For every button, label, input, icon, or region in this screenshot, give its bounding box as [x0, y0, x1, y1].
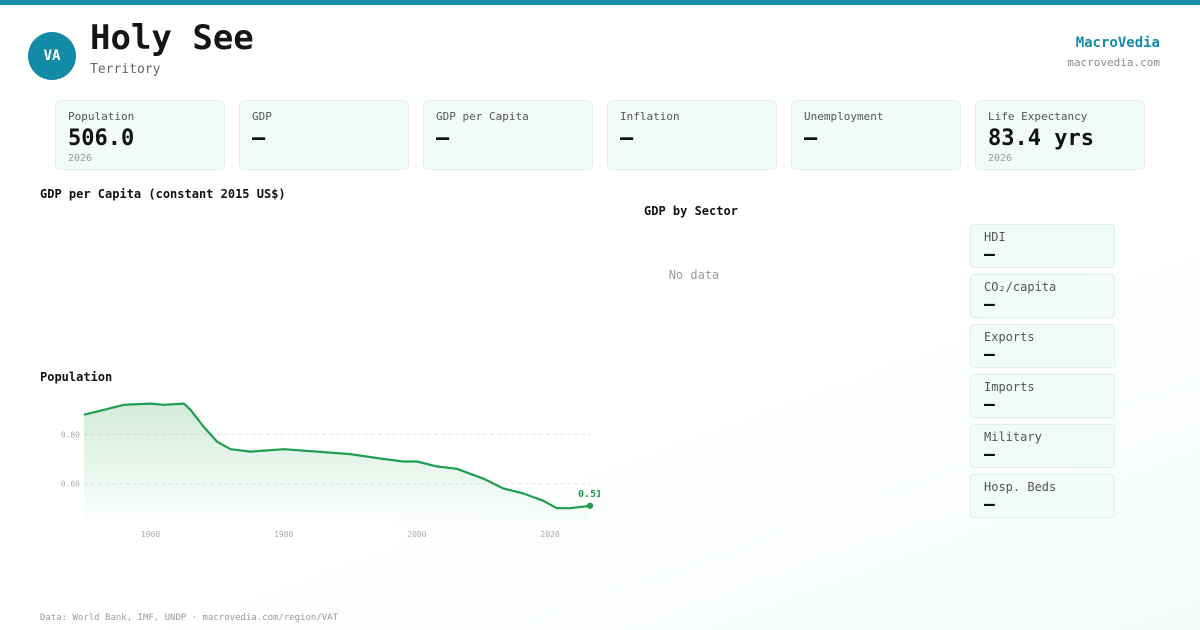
stat-label: Population [68, 110, 135, 123]
stat-card-inflation: Inflation — [607, 100, 777, 170]
stat-value: — [804, 126, 818, 151]
metric-value: — [984, 344, 995, 365]
y-tick-label: 0.60 [61, 480, 80, 489]
metric-label: HDI [984, 230, 1006, 244]
stat-value: — [436, 126, 450, 151]
metric-label: CO₂/capita [984, 280, 1057, 294]
stat-value: 83.4 yrs [988, 126, 1094, 151]
stat-label: GDP [252, 110, 272, 123]
stat-year: 2026 [68, 153, 93, 164]
stat-card-unemployment: Unemployment — [791, 100, 961, 170]
stat-card-gdp: GDP — [239, 100, 409, 170]
page-title: Holy See [90, 18, 254, 58]
stat-value: — [252, 126, 266, 151]
population-chart-title: Population [40, 370, 113, 384]
y-tick-label: 0.80 [61, 430, 80, 439]
brand-url[interactable]: macrovedia.com [1067, 56, 1160, 69]
population-area-fill [84, 403, 590, 523]
stat-label: Unemployment [804, 110, 884, 123]
x-tick-label: 2020 [540, 530, 559, 539]
metric-label: Hosp. Beds [984, 480, 1057, 494]
data-source-footer: Data: World Bank, IMF, UNDP · macrovedia… [40, 613, 339, 623]
stat-label: Life Expectancy [988, 110, 1088, 123]
stat-label: GDP per Capita [436, 110, 529, 123]
population-latest-label: 0.51 [578, 489, 600, 500]
gdp-by-sector-no-data: No data [668, 268, 720, 282]
gdp-by-sector-title: GDP by Sector [644, 204, 738, 218]
x-tick-label: 1960 [141, 530, 160, 539]
population-chart: 0.60 0.80 1960 1980 2000 2020 0.51 [61, 402, 600, 539]
x-tick-label: 2000 [407, 530, 426, 539]
metric-label: Exports [984, 330, 1035, 344]
metric-value: — [984, 494, 995, 515]
page-subtitle: Territory [90, 62, 161, 77]
metric-card-co2: CO₂/capita — [970, 274, 1115, 318]
stat-value: 506.0 [68, 126, 135, 151]
metric-card-hdi: HDI — [970, 224, 1115, 268]
metric-card-exports: Exports — [970, 324, 1115, 368]
metric-card-imports: Imports — [970, 374, 1115, 418]
metric-value: — [984, 294, 995, 315]
gdp-per-capita-chart-title: GDP per Capita (constant 2015 US$) [40, 187, 286, 201]
country-code-avatar: VA [28, 32, 76, 80]
brand-link[interactable]: MacroVedia [1076, 35, 1160, 51]
top-accent-bar [0, 0, 1200, 5]
metric-value: — [984, 444, 995, 465]
metric-card-military: Military — [970, 424, 1115, 468]
stat-value: — [620, 126, 634, 151]
stat-card-life-expectancy: Life Expectancy 83.4 yrs 2026 [975, 100, 1145, 170]
stat-card-gdp-per-capita: GDP per Capita — [423, 100, 593, 170]
metric-label: Imports [984, 380, 1035, 394]
stat-card-population: Population 506.0 2026 [55, 100, 225, 170]
metric-label: Military [984, 430, 1042, 444]
stat-year: 2026 [988, 153, 1013, 164]
population-latest-point [586, 502, 594, 509]
stat-label: Inflation [620, 110, 680, 123]
metric-value: — [984, 244, 995, 265]
metric-value: — [984, 394, 995, 415]
metric-card-hospital-beds: Hosp. Beds — [970, 474, 1115, 518]
x-tick-label: 1980 [274, 530, 293, 539]
